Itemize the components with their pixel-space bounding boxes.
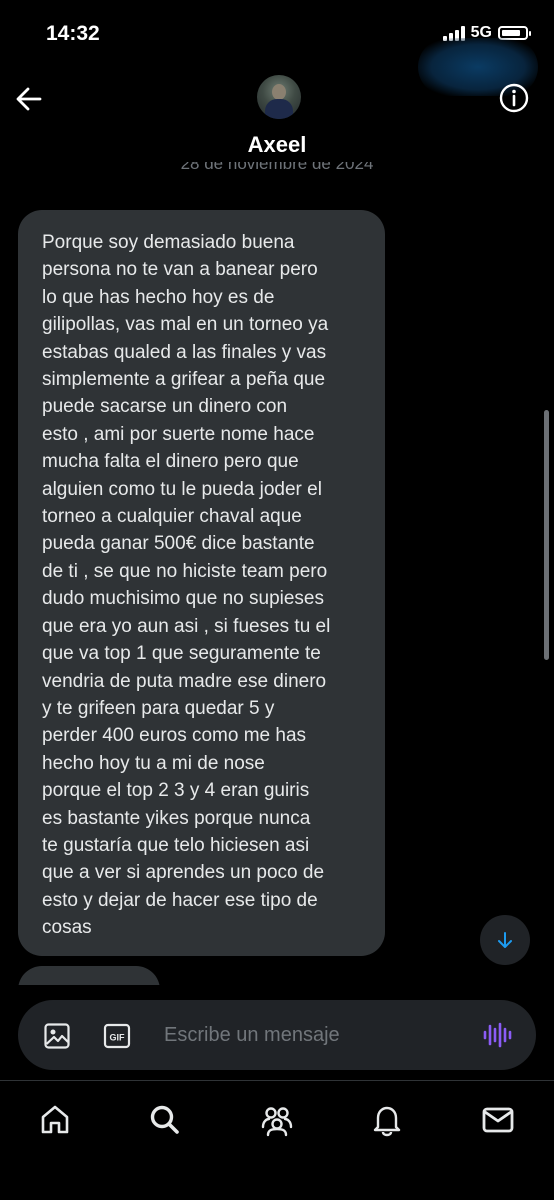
info-icon (499, 83, 529, 113)
voice-wave-icon (483, 1022, 512, 1048)
message-input[interactable]: Escribe un mensaje (164, 1021, 464, 1049)
status-time: 14:32 (46, 22, 100, 45)
mail-icon (482, 1107, 514, 1133)
tab-communities[interactable] (260, 1103, 294, 1137)
tab-bar (0, 1080, 554, 1200)
avatar[interactable] (257, 75, 301, 119)
message-composer: GIF Escribe un mensaje (18, 1000, 536, 1070)
scrollbar[interactable] (544, 410, 549, 660)
tab-search[interactable] (148, 1103, 182, 1137)
message-bubble[interactable]: Porque soy demasiado buena persona no te… (18, 210, 385, 956)
scroll-to-bottom-button[interactable] (480, 915, 530, 965)
conversation-header: Axeel (0, 70, 554, 170)
info-button[interactable] (498, 82, 530, 114)
tab-home[interactable] (38, 1103, 72, 1137)
home-icon (41, 1105, 69, 1134)
gif-icon: GIF (103, 1023, 131, 1049)
communities-icon (261, 1107, 293, 1137)
arrow-left-icon (16, 87, 42, 111)
message-text: Porque soy demasiado buena persona no te… (42, 232, 331, 939)
bell-icon (373, 1106, 401, 1137)
contact-name[interactable]: Axeel (0, 132, 554, 158)
image-icon (44, 1023, 70, 1049)
voice-message-button[interactable] (482, 1020, 512, 1050)
add-gif-button[interactable]: GIF (103, 1022, 131, 1050)
svg-text:GIF: GIF (110, 1033, 126, 1043)
tab-messages[interactable] (481, 1103, 515, 1137)
arrow-down-icon (498, 932, 512, 948)
add-image-button[interactable] (43, 1022, 71, 1050)
back-button[interactable] (14, 84, 44, 114)
search-icon (150, 1105, 179, 1134)
tab-notifications[interactable] (370, 1103, 404, 1137)
